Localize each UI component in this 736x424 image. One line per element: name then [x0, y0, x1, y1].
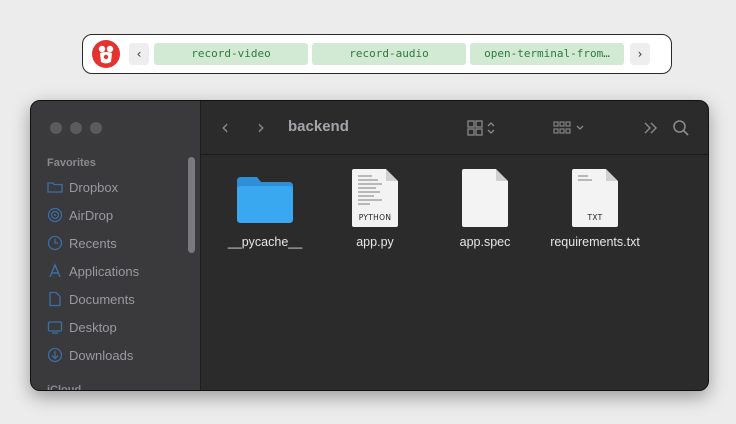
sidebar-heading-icloud: iCloud [47, 384, 82, 391]
document-icon [47, 291, 63, 307]
chip-record-video[interactable]: record-video [154, 43, 308, 65]
app-logo-icon[interactable] [92, 40, 120, 68]
command-chips: record-video record-audio open-terminal-… [154, 43, 624, 65]
search-icon[interactable] [672, 119, 690, 142]
grid-view-icon[interactable] [467, 119, 501, 142]
python-file-icon: PYTHON [352, 169, 398, 227]
sidebar-item-label: Applications [69, 263, 140, 279]
sidebar-item-documents[interactable]: Documents [47, 288, 135, 310]
sidebar-item-dropbox[interactable]: Dropbox [47, 176, 118, 198]
sidebar-item-desktop[interactable]: Desktop [47, 316, 117, 338]
zoom-window-button[interactable] [90, 122, 102, 134]
file-grid: __pycache__ PYTHON app.py app.spec TXT r… [201, 155, 708, 390]
desktop-icon [47, 319, 63, 335]
sidebar-item-label: Documents [69, 291, 135, 307]
sidebar-item-recents[interactable]: Recents [47, 232, 117, 254]
close-window-button[interactable] [50, 122, 62, 134]
minimize-window-button[interactable] [70, 122, 82, 134]
sidebar-item-label: Recents [69, 235, 117, 251]
file-name: __pycache__ [227, 235, 303, 249]
chevron-more-icon[interactable] [643, 120, 659, 141]
clock-icon [47, 235, 63, 251]
applications-icon [47, 263, 63, 279]
window-title: backend [288, 118, 349, 135]
sidebar-item-airdrop[interactable]: AirDrop [47, 204, 113, 226]
dropbox-folder-icon [47, 179, 63, 195]
back-button[interactable]: ‹ [221, 115, 229, 139]
download-icon [47, 347, 63, 363]
folder-icon [235, 169, 295, 227]
sidebar-item-downloads[interactable]: Downloads [47, 344, 133, 366]
sidebar-item-label: AirDrop [69, 207, 114, 223]
sidebar-item-label: Downloads [69, 347, 134, 363]
sidebar-scrollbar[interactable] [188, 157, 195, 253]
sidebar-item-applications[interactable]: Applications [47, 260, 139, 282]
group-icon[interactable] [553, 119, 589, 142]
file-item-app-spec[interactable]: app.spec [435, 169, 535, 249]
sidebar-heading-favorites: Favorites [47, 157, 96, 169]
scroll-left-button[interactable]: ‹ [129, 43, 149, 65]
file-item-pycache[interactable]: __pycache__ [215, 169, 315, 249]
file-name: app.py [356, 235, 394, 249]
airdrop-icon [47, 207, 63, 223]
file-type-tag: PYTHON [358, 213, 392, 222]
sidebar: Favorites Dropbox AirDrop Recents Applic… [31, 101, 201, 390]
file-name: requirements.txt [550, 235, 640, 249]
file-item-app-py[interactable]: PYTHON app.py [325, 169, 425, 249]
chip-open-terminal[interactable]: open-terminal-from… [470, 43, 624, 65]
blank-file-icon [462, 169, 508, 227]
chip-record-audio[interactable]: record-audio [312, 43, 466, 65]
finder-window: Favorites Dropbox AirDrop Recents Applic… [30, 100, 709, 391]
extension-toolbar: ‹ record-video record-audio open-termina… [82, 34, 672, 74]
file-type-tag: TXT [587, 213, 603, 222]
text-file-icon: TXT [572, 169, 618, 227]
scroll-right-button[interactable]: › [630, 43, 650, 65]
file-name: app.spec [459, 235, 511, 249]
sidebar-item-label: Desktop [69, 319, 117, 335]
sidebar-item-label: Dropbox [69, 179, 119, 195]
forward-button[interactable]: › [257, 115, 265, 139]
finder-toolbar: ‹ › backend [201, 101, 708, 155]
file-item-requirements-txt[interactable]: TXT requirements.txt [545, 169, 645, 249]
